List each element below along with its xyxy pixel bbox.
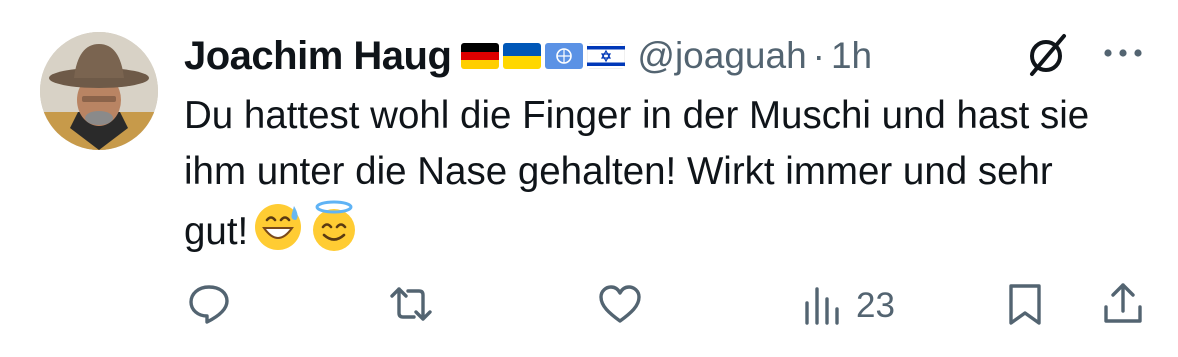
israel-flag-icon [587, 43, 626, 69]
bookmark-icon [1002, 281, 1048, 332]
avatar[interactable] [40, 32, 158, 150]
tweet-header: Joachim Haug @joaguah · 1h [184, 28, 1164, 84]
views-icon [800, 281, 846, 332]
like-button[interactable] [597, 276, 643, 336]
smiling-face-with-halo-icon [308, 200, 360, 252]
author-handle[interactable]: @joaguah [637, 35, 806, 77]
grok-icon[interactable] [1022, 30, 1072, 80]
author-name[interactable]: Joachim Haug [184, 34, 452, 79]
ukraine-flag-icon [503, 43, 542, 69]
tweet-timestamp[interactable]: 1h [831, 35, 872, 77]
tweet: Joachim Haug @joaguah · 1h Du hattest wo… [0, 0, 1178, 357]
header-separator: · [812, 35, 825, 76]
germany-flag-icon [461, 43, 500, 69]
united-nations-flag-icon [545, 43, 584, 69]
heart-icon [597, 281, 643, 332]
views-button[interactable]: 23 [800, 276, 895, 336]
share-button[interactable] [1100, 276, 1146, 336]
tweet-actions: 23 [0, 276, 1178, 336]
more-icon[interactable] [1098, 36, 1148, 70]
reply-icon [186, 281, 232, 332]
retweet-icon [388, 281, 434, 332]
tweet-text: Du hattest wohl die Finger in der Muschi… [184, 88, 1104, 260]
retweet-button[interactable] [388, 276, 434, 336]
grinning-face-with-sweat-icon [252, 200, 304, 252]
reply-button[interactable] [186, 276, 232, 336]
bookmark-button[interactable] [1002, 276, 1048, 336]
share-icon [1100, 281, 1146, 332]
views-count: 23 [856, 286, 895, 325]
author-flags [461, 43, 626, 69]
